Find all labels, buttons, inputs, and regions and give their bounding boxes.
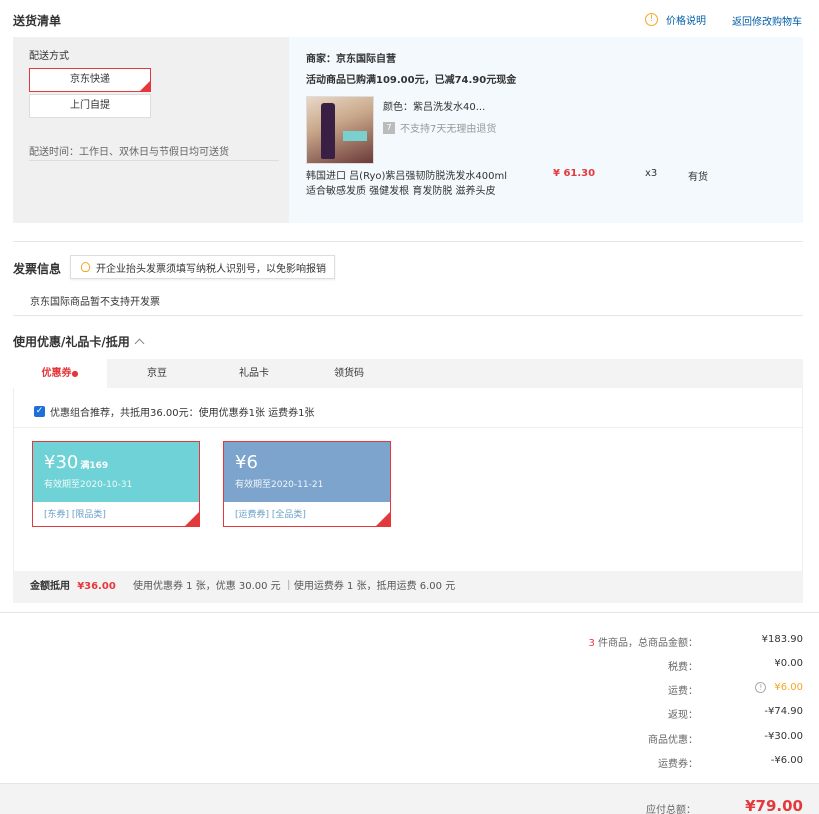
shipping-method-panel: 配送方式 京东快递 上门自提 配送时间：工作日、双休日与节假日均可送货 [13,37,289,223]
coupon-tags: [东券] [限品类] [44,510,106,520]
recommend-checkbox[interactable]: ✓ [34,406,45,417]
option-jd-express[interactable]: 京东快递 [29,68,151,92]
total-items-row: 3 件商品，总商品金额： ¥183.90 [588,634,803,649]
discount-section-toggle[interactable]: 使用优惠/礼品卡/抵用 [13,333,145,350]
product-color: 颜色：紫吕洗发水40... [383,102,486,113]
product-name-line2: 适合敏感发质 强健发根 育发防脱 滋养头皮 [306,186,496,197]
chevron-up-icon [134,338,145,349]
no-return-icon: 7 [383,121,395,134]
invoice-note: 京东国际商品暂不支持开发票 [30,297,160,308]
info-icon[interactable]: ! [755,682,767,693]
divider [14,427,802,428]
discount-summary: 金额抵用 ¥36.00 使用优惠券 1 张，优惠 30.00 元 ｜使用运费券 … [13,571,803,603]
invoice-section-title: 发票信息 [13,262,62,276]
selected-corner-icon [140,81,150,91]
tab-jingdou[interactable]: 京豆 [107,359,207,388]
promo-text: 活动商品已购满109.00元，已减74.90元现金 [306,75,517,86]
coupon-face: ¥6 有效期至2020-11-21 [224,442,390,502]
shipping-section-title: 送货清单 [13,14,62,28]
product-stock: 有货 [688,172,708,183]
bottle-image [321,103,335,159]
summary-amount: ¥36.00 [77,581,116,592]
recommend-row: ✓ 优惠组合推荐，共抵用36.00元：使用优惠券1张 运费券1张 [34,406,315,419]
merchant-name: 商家：京东国际自营 [306,54,396,65]
discount-tabs: 优惠券● 京豆 礼品卡 领货码 [13,359,803,388]
check-corner-icon [185,512,199,526]
delivery-time: 配送时间：工作日、双休日与节假日均可送货 [29,147,229,158]
product-name-line1[interactable]: 韩国进口 吕(Ryo)紫吕强韧防脱洗发水400ml [306,167,507,182]
divider [29,160,279,161]
summary-detail: 使用优惠券 1 张，优惠 30.00 元 ｜使用运费券 1 张，抵用运费 6.0… [132,581,456,592]
product-thumbnail[interactable] [306,96,374,164]
divider [13,315,803,316]
divider [13,241,803,242]
shipping-method-label: 配送方式 [29,51,69,62]
coupon-tags: [运费券] [全品类] [235,510,306,520]
grand-total-bar: 应付总额： ¥79.00 [0,783,819,814]
tab-coupons[interactable]: 优惠券● [13,359,107,388]
check-corner-icon [376,512,390,526]
coupon-card[interactable]: ¥30 满169 有效期至2020-10-31 [东券] [限品类] [32,441,200,527]
product-price: ¥ 61.30 [553,168,596,179]
tab-redeem-code[interactable]: 领货码 [301,359,397,388]
dot-icon: ● [71,369,79,378]
price-note-link[interactable]: ! 价格说明 [645,12,706,27]
cashback-row: 返现： -¥74.90 [668,706,803,721]
product-qty: x3 [645,168,658,179]
label-image [343,131,367,141]
tax-row: 税费： ¥0.00 [668,658,803,673]
grand-total-label: 应付总额： [646,805,696,814]
coupon-discount-row: 商品优惠： -¥30.00 [648,731,803,746]
option-self-pickup[interactable]: 上门自提 [29,94,151,118]
invoice-tip: 开企业抬头发票须填写纳税人识别号，以免影响报销 [70,255,335,279]
return-policy: 7 不支持7天无理由退货 [383,120,496,135]
lightbulb-icon [81,262,90,272]
info-icon: ! [645,13,658,26]
coupon-card[interactable]: ¥6 有效期至2020-11-21 [运费券] [全品类] [223,441,391,527]
shipping-fee-row: 运费： ! ¥6.00 [668,682,803,697]
order-items-panel: 商家：京东国际自营 活动商品已购满109.00元，已减74.90元现金 颜色：紫… [289,37,803,223]
shipping-coupon-row: 运费券： -¥6.00 [658,755,803,770]
tab-gift-card[interactable]: 礼品卡 [207,359,301,388]
coupon-face: ¥30 满169 有效期至2020-10-31 [33,442,199,502]
grand-total-value: ¥79.00 [745,797,803,814]
coupon-area: ✓ 优惠组合推荐，共抵用36.00元：使用优惠券1张 运费券1张 ¥30 满169… [13,388,803,571]
divider [0,612,819,613]
back-to-cart-link[interactable]: 返回修改购物车 [732,13,802,28]
